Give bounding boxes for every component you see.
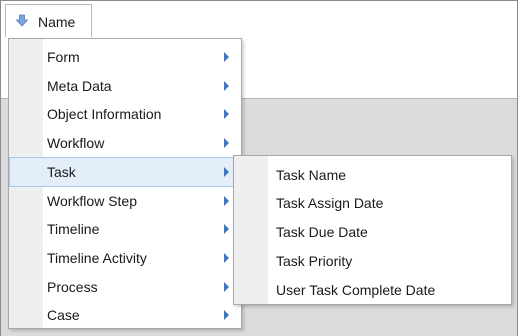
menu-item-task[interactable]: Task: [9, 157, 241, 187]
menu-item-workflow-step[interactable]: Workflow Step: [10, 187, 240, 215]
menu-item-label: Workflow: [47, 135, 105, 151]
submenu-arrow-icon: [224, 196, 229, 206]
menu-item-label: Task: [47, 164, 76, 180]
menu-item-label: Meta Data: [47, 78, 112, 94]
menu-item-object-information[interactable]: Object Information: [10, 100, 240, 128]
menu-item-label: Object Information: [47, 106, 162, 122]
column-header-name[interactable]: Name: [5, 4, 92, 37]
menu-item-form[interactable]: Form: [10, 43, 240, 71]
menu-item-timeline[interactable]: Timeline: [10, 215, 240, 243]
submenu-item-user-task-complete-date[interactable]: User Task Complete Date: [235, 276, 510, 304]
submenu-item-task-name[interactable]: Task Name: [235, 161, 510, 189]
submenu-item-task-assign-date[interactable]: Task Assign Date: [235, 189, 510, 217]
submenu-arrow-icon: [224, 138, 229, 148]
submenu-item-task-priority[interactable]: Task Priority: [235, 247, 510, 275]
menu-item-label: Process: [47, 279, 98, 295]
submenu-arrow-icon: [224, 109, 229, 119]
submenu-item-label: User Task Complete Date: [276, 282, 436, 298]
submenu-arrow-icon: [224, 310, 229, 320]
menu-item-process[interactable]: Process: [10, 273, 240, 301]
submenu-item-label: Task Due Date: [276, 224, 368, 240]
submenu-arrow-icon: [224, 224, 229, 234]
menu-item-workflow[interactable]: Workflow: [10, 129, 240, 157]
task-fields-submenu: Task Name Task Assign Date Task Due Date…: [233, 155, 512, 305]
submenu-item-label: Task Assign Date: [276, 195, 384, 211]
menu-item-label: Workflow Step: [47, 193, 137, 209]
menu-item-case[interactable]: Case: [10, 301, 240, 329]
submenu-arrow-icon: [224, 52, 229, 62]
menu-item-timeline-activity[interactable]: Timeline Activity: [10, 244, 240, 272]
submenu-item-label: Task Priority: [276, 253, 353, 269]
submenu-item-label: Task Name: [276, 167, 347, 183]
field-category-menu: Form Meta Data Object Information Workfl…: [8, 38, 242, 329]
submenu-arrow-icon: [224, 282, 229, 292]
menu-item-label: Timeline Activity: [47, 250, 147, 266]
submenu-arrow-icon: [224, 253, 229, 263]
submenu-arrow-icon: [224, 167, 229, 177]
arrow-down-icon: [16, 14, 28, 27]
submenu-item-task-due-date[interactable]: Task Due Date: [235, 218, 510, 246]
menu-item-label: Case: [47, 307, 80, 323]
menu-item-meta-data[interactable]: Meta Data: [10, 72, 240, 100]
submenu-arrow-icon: [224, 81, 229, 91]
menu-item-label: Form: [47, 49, 80, 65]
menu-item-label: Timeline: [47, 221, 100, 237]
column-header-label: Name: [38, 14, 76, 30]
